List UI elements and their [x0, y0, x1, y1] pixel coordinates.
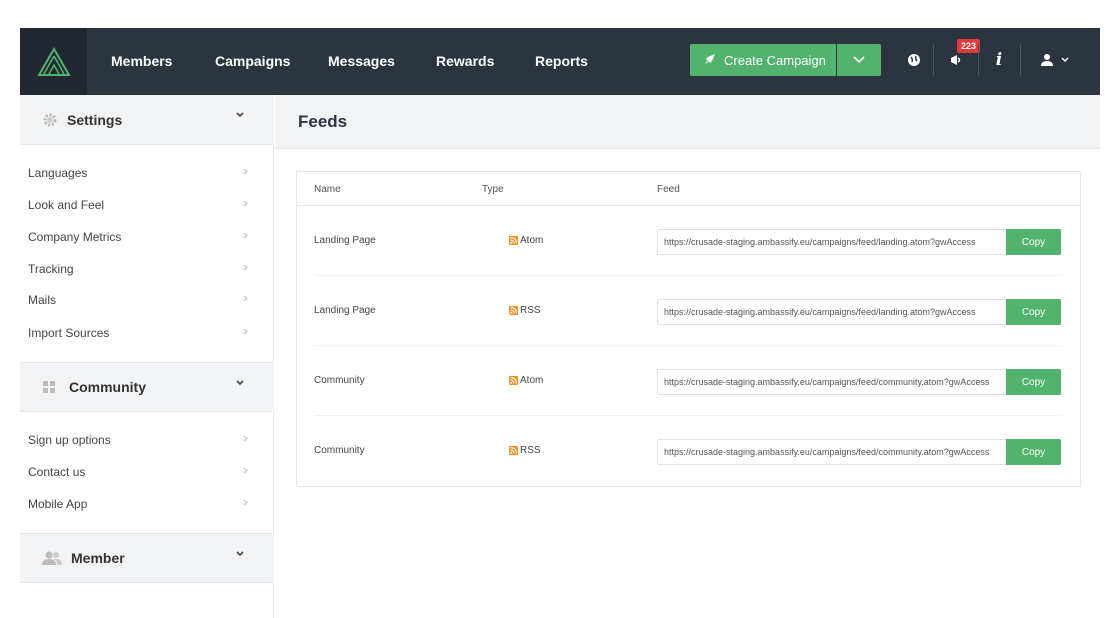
sidebar-item-mails[interactable]: Mails [20, 284, 274, 316]
sidebar-section-title: Settings [67, 111, 123, 128]
rss-icon [509, 236, 518, 245]
sidebar-item-sign-up-options[interactable]: Sign up options [20, 424, 274, 456]
chevron-down-icon [853, 56, 865, 64]
feed-type-label: Atom [520, 235, 544, 246]
brand-logo[interactable] [20, 28, 87, 95]
chevron-right-icon [243, 467, 248, 474]
info-icon: i [995, 50, 1003, 70]
feed-type: RSS [509, 445, 541, 456]
copy-button[interactable]: Copy [1006, 229, 1061, 255]
feed-type: RSS [509, 305, 541, 316]
feed-url-input[interactable] [657, 369, 1007, 395]
rss-icon [509, 446, 518, 455]
feed-type: Atom [509, 235, 543, 246]
nav-rewards[interactable]: Rewards [436, 28, 494, 95]
create-campaign-label: Create Campaign [724, 52, 826, 68]
sidebar-item-tracking[interactable]: Tracking [20, 253, 274, 285]
sidebar-item-label: Contact us [28, 465, 86, 479]
sidebar-section-member[interactable]: Member [20, 533, 274, 583]
sidebar-item-label: Tracking [28, 262, 74, 276]
rss-icon [509, 376, 518, 385]
info-button[interactable]: i [981, 44, 1017, 76]
nav-campaigns[interactable]: Campaigns [215, 28, 290, 95]
sidebar-item-label: Import Sources [28, 326, 110, 340]
create-campaign-dropdown[interactable] [837, 44, 881, 76]
globe-button[interactable] [897, 44, 931, 76]
row-divider [314, 345, 1063, 346]
chevron-down-icon [1061, 57, 1068, 62]
copy-button[interactable]: Copy [1006, 369, 1061, 395]
header-divider [297, 205, 1080, 206]
feed-url-input[interactable] [657, 299, 1007, 325]
feed-name: Landing Page [314, 235, 376, 246]
feed-type-label: Atom [520, 375, 544, 386]
sidebar-item-label: Languages [28, 166, 88, 180]
nav-separator [933, 44, 934, 76]
sidebar-item-label: Sign up options [28, 433, 111, 447]
sidebar-section-title: Community [69, 379, 146, 395]
logo-icon [36, 46, 71, 76]
megaphone-icon [951, 55, 961, 65]
feeds-table: Name Type Feed Landing Page Atom Copy La… [296, 171, 1081, 487]
top-navbar: Members Campaigns Messages Rewards Repor… [20, 28, 1100, 95]
chevron-right-icon [243, 264, 248, 271]
row-divider [314, 275, 1063, 276]
chevron-right-icon [243, 295, 248, 302]
feed-url-input[interactable] [657, 229, 1007, 255]
sidebar-item-label: Company Metrics [28, 230, 122, 244]
grid-icon [42, 380, 56, 394]
nav-separator [1020, 44, 1021, 76]
create-campaign-button[interactable]: Create Campaign [690, 44, 836, 76]
chevron-down-icon [236, 380, 244, 386]
sidebar-section-community[interactable]: Community [20, 362, 274, 412]
column-header-name: Name [314, 184, 341, 195]
sidebar-item-label: Look and Feel [28, 198, 105, 212]
chevron-right-icon [243, 499, 248, 506]
user-menu-button[interactable] [1023, 44, 1085, 76]
globe-icon [908, 54, 920, 66]
users-icon [42, 550, 62, 566]
chevron-right-icon [243, 200, 248, 207]
rss-icon [509, 306, 518, 315]
feed-name: Landing Page [314, 305, 376, 316]
nav-messages[interactable]: Messages [328, 28, 395, 95]
row-divider [314, 415, 1063, 416]
rocket-icon [704, 53, 716, 68]
sidebar-item-look-and-feel[interactable]: Look and Feel [20, 189, 274, 221]
nav-separator [978, 44, 979, 76]
sidebar-item-import-sources[interactable]: Import Sources [20, 317, 274, 349]
page-title: Feeds [298, 111, 348, 131]
gear-icon [42, 112, 58, 128]
feed-url-input[interactable] [657, 439, 1007, 465]
feed-name: Community [314, 445, 365, 456]
sidebar-item-label: Mobile App [28, 497, 88, 511]
page-title-bar: Feeds [275, 95, 1100, 149]
feed-type-label: RSS [520, 305, 541, 316]
notification-badge: 223 [957, 39, 981, 53]
chevron-down-icon [236, 551, 244, 557]
feed-type-label: RSS [520, 445, 541, 456]
sidebar-item-company-metrics[interactable]: Company Metrics [20, 221, 274, 253]
sidebar-item-contact-us[interactable]: Contact us [20, 456, 274, 488]
sidebar-item-mobile-app[interactable]: Mobile App [20, 488, 274, 520]
feed-name: Community [314, 375, 365, 386]
sidebar-section-title: Member [71, 550, 125, 566]
nav-members[interactable]: Members [111, 28, 172, 95]
settings-sidebar: Settings Languages Look and Feel Company… [20, 95, 274, 618]
column-header-feed: Feed [657, 184, 680, 195]
feed-type: Atom [509, 375, 543, 386]
copy-button[interactable]: Copy [1006, 299, 1061, 325]
sidebar-item-label: Mails [28, 293, 57, 307]
chevron-right-icon [243, 328, 248, 335]
copy-button[interactable]: Copy [1006, 439, 1061, 465]
chevron-right-icon [243, 435, 248, 442]
chevron-right-icon [243, 168, 248, 175]
chevron-down-icon [236, 112, 244, 118]
chevron-right-icon [243, 232, 248, 239]
column-header-type: Type [482, 184, 504, 195]
sidebar-section-settings[interactable]: Settings [20, 95, 274, 145]
user-icon [1040, 54, 1053, 66]
nav-reports[interactable]: Reports [535, 28, 588, 95]
sidebar-item-languages[interactable]: Languages [20, 157, 274, 189]
